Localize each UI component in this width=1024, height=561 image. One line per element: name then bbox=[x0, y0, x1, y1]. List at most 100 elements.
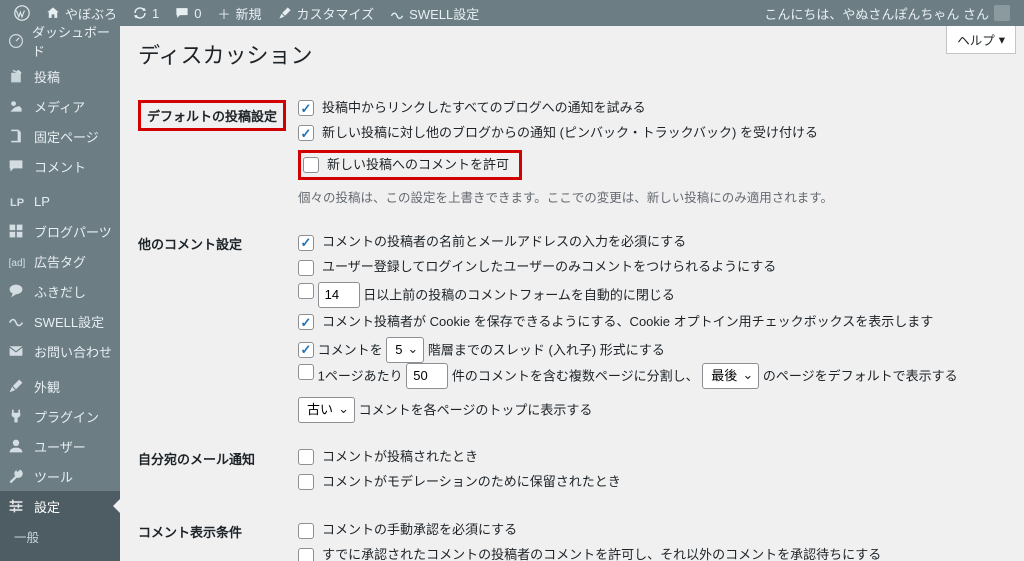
sidebar-item[interactable]: メディア bbox=[0, 91, 120, 121]
sidebar-item-label: メディア bbox=[34, 97, 85, 116]
sidebar-item[interactable]: ツール bbox=[0, 461, 120, 491]
sidebar-item[interactable]: コメント bbox=[0, 151, 120, 181]
menu-icon bbox=[8, 378, 26, 394]
checkbox[interactable] bbox=[298, 235, 314, 251]
default-page-select[interactable]: 最後 bbox=[702, 363, 759, 389]
opt-email-on-comment[interactable]: コメントが投稿されたとき bbox=[298, 447, 1006, 468]
checkbox[interactable] bbox=[298, 283, 314, 299]
menu-icon bbox=[8, 128, 26, 144]
sidebar-item-label: ブログパーツ bbox=[34, 222, 112, 241]
checkbox[interactable] bbox=[298, 100, 314, 116]
customize-label: カスタマイズ bbox=[297, 4, 375, 23]
swell-icon bbox=[390, 6, 404, 20]
opt-prev-approved[interactable]: すでに承認されたコメントの投稿者のコメントを許可し、それ以外のコメントを承認待ち… bbox=[298, 545, 1006, 561]
checkbox[interactable] bbox=[298, 523, 314, 539]
section-heading-before-appear: コメント表示条件 bbox=[138, 506, 298, 561]
sidebar-item-label: 投稿 bbox=[34, 67, 60, 86]
swell-settings[interactable]: SWELL設定 bbox=[382, 0, 487, 26]
opt-paginate: 1ページあたり 件のコメントを含む複数ページに分割し、 最後 のページをデフォル… bbox=[298, 363, 1006, 389]
checkbox[interactable] bbox=[298, 314, 314, 330]
opt-require-login[interactable]: ユーザー登録してログインしたユーザーのみコメントをつけられるようにする bbox=[298, 257, 1006, 278]
plus-icon: ＋ bbox=[217, 4, 230, 23]
menu-icon bbox=[8, 408, 26, 424]
help-tab[interactable]: ヘルプ ▾ bbox=[946, 26, 1016, 54]
sidebar-item[interactable]: プラグイン bbox=[0, 401, 120, 431]
sidebar-item-label: ふきだし bbox=[34, 282, 86, 301]
opt-allow-pingback[interactable]: 新しい投稿に対し他のブログからの通知 (ピンバック・トラックバック) を受け付け… bbox=[298, 123, 1006, 144]
updates-count: 1 bbox=[152, 6, 159, 21]
opt-thread-depth: コメントを 5 階層までのスレッド (入れ子) 形式にする bbox=[298, 337, 1006, 363]
wp-logo[interactable] bbox=[6, 0, 38, 26]
customize[interactable]: カスタマイズ bbox=[270, 0, 383, 26]
new-label: 新規 bbox=[236, 4, 262, 23]
sidebar-item[interactable]: 投稿 bbox=[0, 61, 120, 91]
my-account[interactable]: こんにちは、やぬさんぽんちゃん さん bbox=[756, 0, 1018, 26]
checkbox[interactable] bbox=[298, 449, 314, 465]
sidebar-item[interactable]: 固定ページ bbox=[0, 121, 120, 151]
checkbox[interactable] bbox=[298, 474, 314, 490]
refresh-icon bbox=[133, 6, 147, 20]
sidebar-item-label: ツール bbox=[34, 467, 73, 486]
avatar-icon bbox=[994, 5, 1010, 21]
swell-label: SWELL設定 bbox=[409, 4, 479, 23]
sidebar-item-label: 固定ページ bbox=[34, 127, 99, 146]
checkbox[interactable] bbox=[298, 548, 314, 561]
menu-icon bbox=[8, 498, 26, 514]
sidebar-item-label: SWELL設定 bbox=[34, 312, 104, 331]
menu-icon bbox=[8, 68, 26, 84]
comments[interactable]: 0 bbox=[167, 0, 209, 26]
sidebar-item-label: LP bbox=[34, 194, 50, 209]
page-title: ディスカッション bbox=[138, 38, 1006, 70]
checkbox[interactable] bbox=[303, 157, 319, 173]
comment-order-select[interactable]: 古い bbox=[298, 397, 355, 423]
checkbox[interactable] bbox=[298, 260, 314, 276]
sidebar-item[interactable]: SWELL設定 bbox=[0, 306, 120, 336]
checkbox[interactable] bbox=[298, 364, 314, 380]
help-label: ヘルプ bbox=[957, 30, 995, 49]
sidebar-item[interactable]: LP LP bbox=[0, 186, 120, 216]
sidebar-item-label: 外観 bbox=[34, 377, 60, 396]
opt-email-on-moderation[interactable]: コメントがモデレーションのために保留されたとき bbox=[298, 472, 1006, 493]
sidebar-item[interactable]: お問い合わせ bbox=[0, 336, 120, 366]
sidebar-item[interactable]: ユーザー bbox=[0, 431, 120, 461]
opt-notify-linked-blogs[interactable]: 投稿中からリンクしたすべてのブログへの通知を試みる bbox=[298, 98, 1006, 119]
opt-order: 古い コメントを各ページのトップに表示する bbox=[298, 397, 1006, 423]
sidebar-item-label: ユーザー bbox=[34, 437, 86, 456]
new-content[interactable]: ＋ 新規 bbox=[209, 0, 269, 26]
greeting-label: こんにちは、やぬさんぽんちゃん さん bbox=[764, 4, 989, 23]
site-name: やぼぶろ bbox=[65, 4, 117, 23]
sidebar-item[interactable]: ダッシュボード bbox=[0, 26, 120, 56]
updates[interactable]: 1 bbox=[125, 0, 167, 26]
opt-allow-comments[interactable]: 新しい投稿へのコメントを許可 bbox=[303, 155, 509, 176]
comments-per-page-input[interactable] bbox=[406, 363, 448, 389]
sidebar-subitem[interactable]: 一般 bbox=[0, 521, 120, 552]
sidebar-item[interactable]: 外観 bbox=[0, 371, 120, 401]
sidebar-item[interactable]: ふきだし bbox=[0, 276, 120, 306]
thread-depth-select[interactable]: 5 bbox=[386, 337, 424, 363]
section-heading-default-post: デフォルトの投稿設定 bbox=[138, 100, 286, 131]
opt-close-old-comments: 日以上前の投稿のコメントフォームを自動的に閉じる bbox=[298, 282, 1006, 308]
sidebar-item-label: 設定 bbox=[34, 497, 60, 516]
comment-icon bbox=[175, 6, 189, 20]
home-icon bbox=[46, 6, 60, 20]
sidebar-item-label: ダッシュボード bbox=[32, 26, 112, 60]
menu-icon bbox=[8, 33, 24, 49]
sidebar-item[interactable]: [ad]広告タグ bbox=[0, 246, 120, 276]
checkbox[interactable] bbox=[298, 342, 314, 358]
sidebar-item-label: コメント bbox=[34, 157, 86, 176]
chevron-down-icon: ▾ bbox=[999, 32, 1005, 47]
menu-icon bbox=[8, 223, 26, 239]
sidebar-item[interactable]: 設定 bbox=[0, 491, 120, 521]
sidebar-item[interactable]: ブログパーツ bbox=[0, 216, 120, 246]
default-post-description: 個々の投稿は、この設定を上書きできます。ここでの変更は、新しい投稿にのみ適用され… bbox=[298, 188, 1006, 208]
sidebar-subitem[interactable]: 投稿設定 bbox=[0, 552, 120, 561]
opt-require-name-email[interactable]: コメントの投稿者の名前とメールアドレスの入力を必須にする bbox=[298, 232, 1006, 253]
comments-count: 0 bbox=[194, 6, 201, 21]
menu-icon: LP bbox=[8, 194, 26, 209]
close-days-input[interactable] bbox=[318, 282, 360, 308]
opt-cookie-optin[interactable]: コメント投稿者が Cookie を保存できるようにする、Cookie オプトイン… bbox=[298, 312, 1006, 333]
site-home[interactable]: やぼぶろ bbox=[38, 0, 125, 26]
opt-manual-approve[interactable]: コメントの手動承認を必須にする bbox=[298, 520, 1006, 541]
checkbox[interactable] bbox=[298, 125, 314, 141]
menu-icon: [ad] bbox=[8, 254, 26, 269]
